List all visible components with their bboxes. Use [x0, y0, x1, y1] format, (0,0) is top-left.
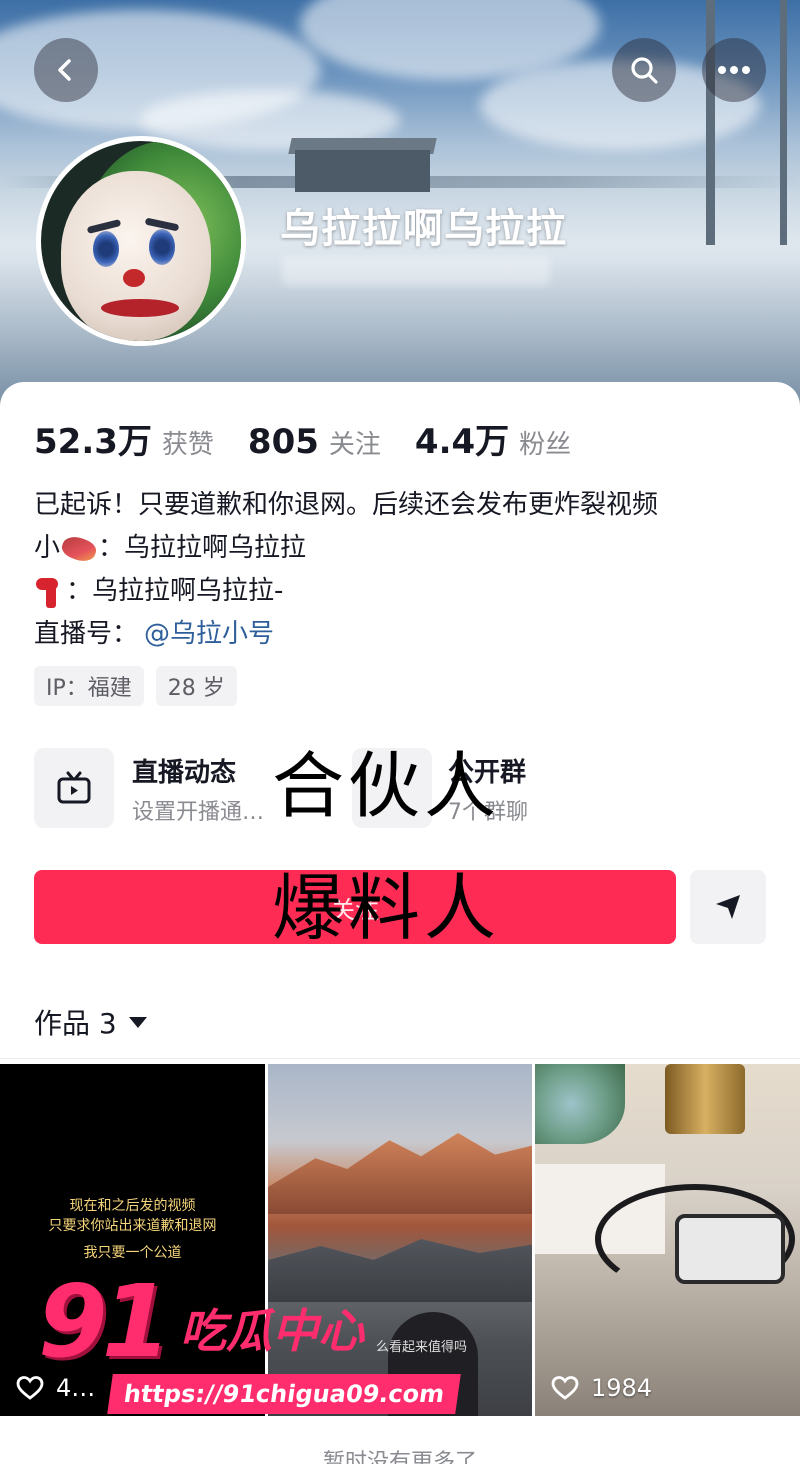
live-entry-title[interactable]: 直播动态 — [132, 752, 236, 789]
search-icon — [631, 57, 658, 84]
live-entry-button[interactable] — [34, 748, 114, 828]
bio-line: 直播号： @乌拉小号 — [34, 613, 658, 656]
stat-followers-label: 粉丝 — [519, 430, 572, 460]
watermark-url: https://91chigua09.com — [107, 1374, 462, 1414]
profile-id-blurred — [282, 256, 550, 286]
stat-following-label: 关注 — [328, 430, 381, 460]
bio-line: 已起诉！只要道歉和你退网。后续还会发布更炸裂视频 — [34, 484, 658, 527]
stat-likes-value: 52.3万 — [34, 422, 152, 462]
bio-line-1: 已起诉！只要道歉和你退网。后续还会发布更炸裂视频 — [34, 490, 659, 520]
more-button[interactable] — [702, 38, 766, 102]
overlay-text-partner: 合伙人 — [272, 744, 501, 828]
bio-line: ：乌拉拉啊乌拉拉- — [34, 570, 658, 613]
site-watermark: 91 吃瓜中心 https://91chigua09.com — [38, 1263, 462, 1422]
tv-icon — [57, 771, 91, 804]
back-button[interactable] — [34, 38, 98, 102]
stats-row: 52.3万 获赞 805 关注 4.4万 粉丝 — [34, 414, 605, 463]
avatar[interactable] — [36, 136, 246, 346]
tab-works[interactable]: 作品 3 — [34, 1002, 147, 1042]
live-account-link[interactable]: @乌拉小号 — [144, 613, 274, 656]
tag-age: 28 岁 — [155, 666, 237, 706]
stat-followers-value: 4.4万 — [414, 422, 510, 462]
stat-likes[interactable]: 52.3万 获赞 — [34, 414, 214, 463]
share-button[interactable] — [690, 870, 766, 944]
video-likes-count: 1984 — [591, 1374, 653, 1402]
video-likes: 1984 — [551, 1374, 652, 1402]
share-icon — [716, 895, 740, 919]
profile-name: 乌拉拉啊乌拉拉 — [280, 206, 567, 252]
bio-line: 小 ：乌拉拉啊乌拉拉 — [34, 527, 658, 570]
video-thumbnail[interactable]: 1984 — [535, 1064, 800, 1416]
caret-down-icon — [128, 1016, 147, 1028]
live-entry-subtitle: 设置开播通… — [132, 800, 265, 825]
bio-line-2-prefix: 小 — [34, 533, 61, 563]
bio-line-2-text: ：乌拉拉啊乌拉拉 — [98, 533, 307, 563]
video-caption-line: 只要求你站出来道歉和退网 — [48, 1218, 217, 1234]
video-caption-line: 现在和之后发的视频 — [69, 1198, 196, 1214]
stat-likes-label: 获赞 — [161, 430, 214, 460]
overlay-text-whistleblower: 爆料人 — [272, 866, 501, 950]
video-caption: 现在和之后发的视频 只要求你站出来道歉和退网 — [0, 1196, 265, 1236]
search-button[interactable] — [612, 38, 676, 102]
heart-icon — [551, 1376, 579, 1400]
more-icon — [718, 66, 750, 74]
watermark-number: 91 — [38, 1263, 171, 1380]
tag-ip-location: IP：福建 — [34, 666, 144, 706]
bio-line-4-label: 直播号： — [34, 619, 139, 649]
divider — [0, 1058, 800, 1059]
stat-followers[interactable]: 4.4万 粉丝 — [415, 414, 571, 463]
stat-following[interactable]: 805 关注 — [248, 422, 381, 462]
back-icon — [58, 59, 71, 81]
bio: 已起诉！只要道歉和你退网。后续还会发布更炸裂视频 小 ：乌拉拉啊乌拉拉 ：乌拉拉… — [34, 484, 658, 656]
bio-line-3-text: ：乌拉拉啊乌拉拉- — [66, 576, 284, 606]
tab-works-label: 作品 3 — [34, 1007, 117, 1040]
scarf-icon — [34, 576, 60, 608]
video-caption-line: 我只要一个公道 — [83, 1245, 182, 1261]
sweet-potato-icon — [59, 532, 99, 565]
profile-tags: IP：福建 28 岁 — [34, 666, 249, 706]
stat-following-value: 805 — [247, 422, 319, 462]
end-of-list-text: 暂时没有更多了 — [322, 1450, 477, 1464]
watermark-brand: 吃瓜中心 — [180, 1304, 364, 1358]
